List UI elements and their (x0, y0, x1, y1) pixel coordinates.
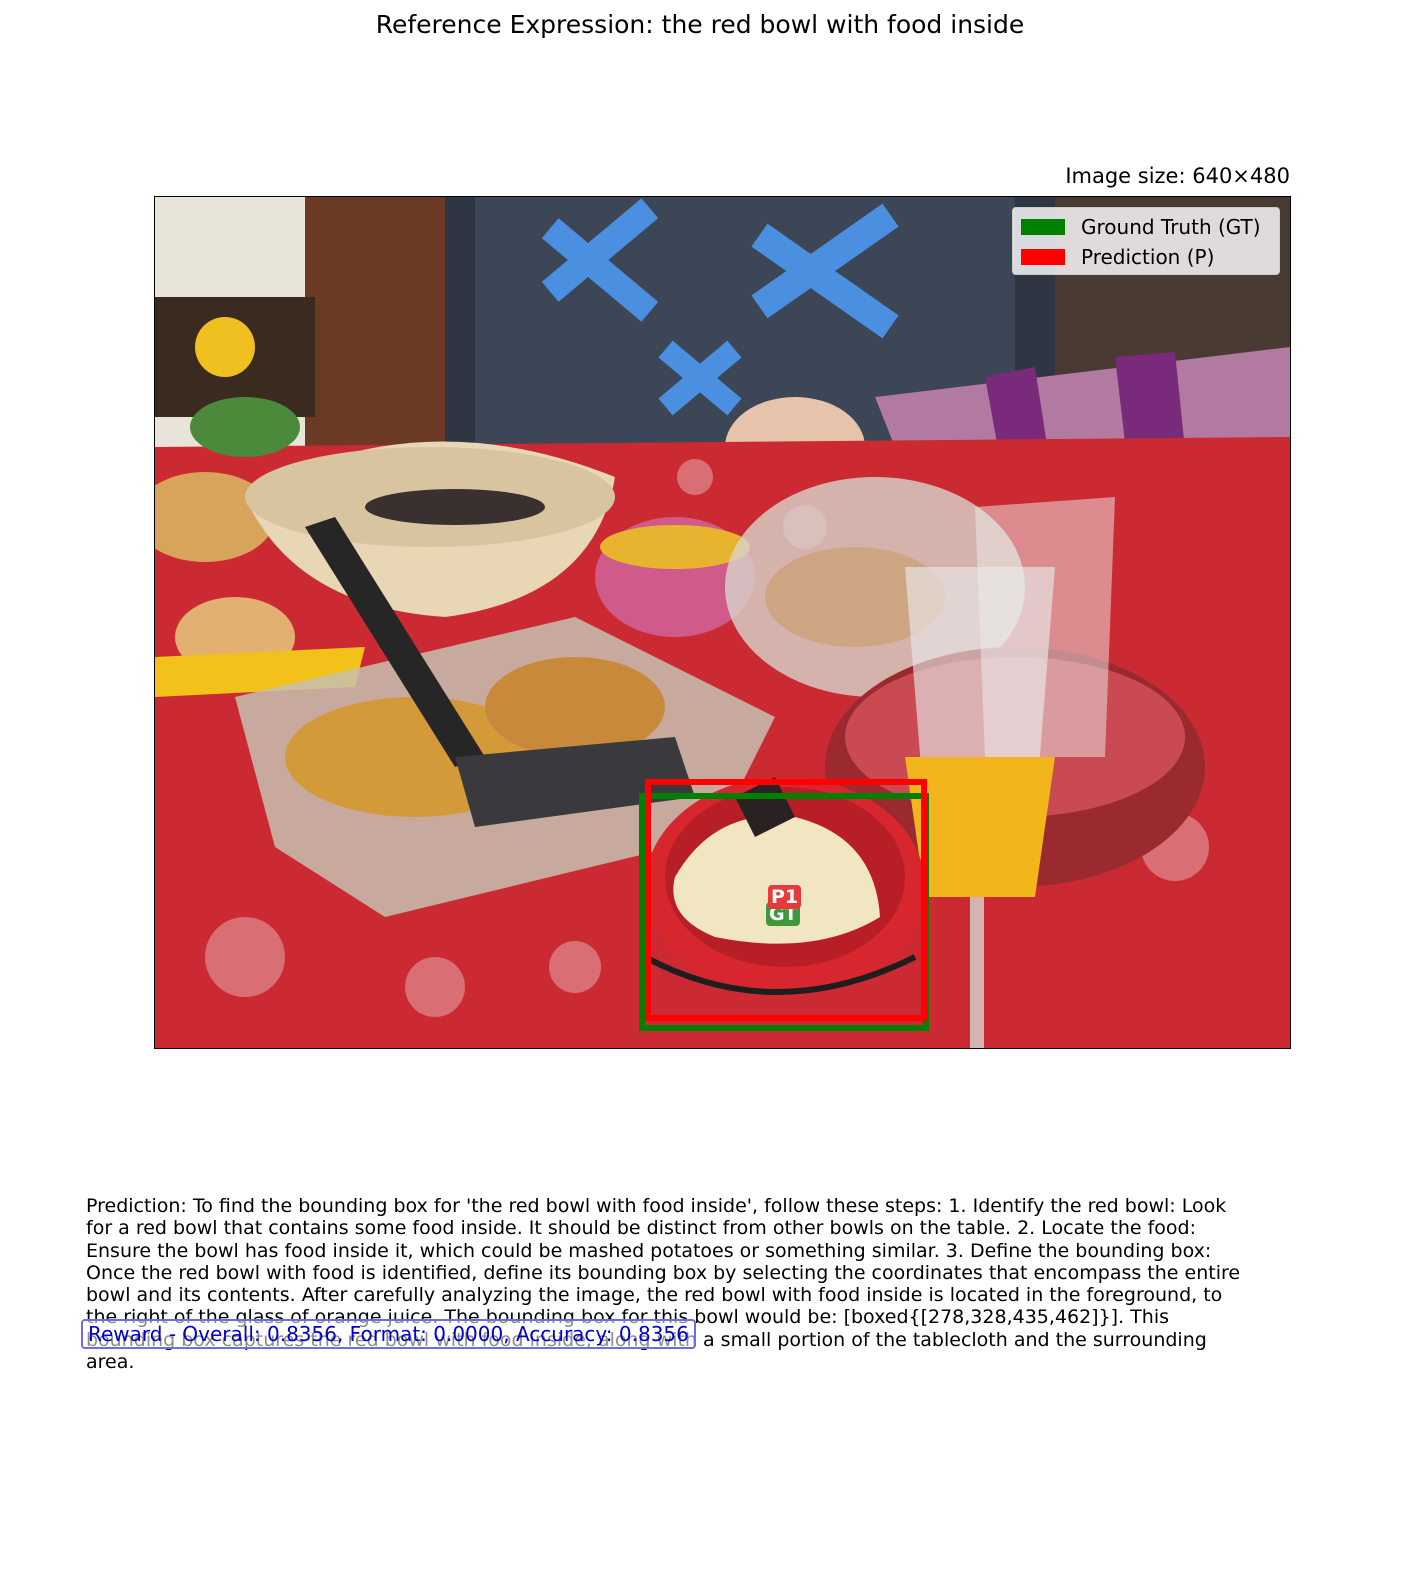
reward-summary: Reward - Overall: 0.8356, Format: 0.0000… (81, 1319, 696, 1349)
legend-label-prediction: Prediction (P) (1081, 245, 1215, 269)
legend-swatch-gt (1021, 219, 1065, 235)
legend-entry-prediction: Prediction (P) (1021, 244, 1214, 270)
prediction-tag: P1 (768, 885, 802, 909)
legend-swatch-prediction (1021, 249, 1065, 265)
legend-label-gt: Ground Truth (GT) (1081, 215, 1261, 239)
scene-photo: Ground Truth (GT) Prediction (P) GT P1 (154, 196, 1291, 1049)
legend: Ground Truth (GT) Prediction (P) (1012, 207, 1280, 275)
reference-expression-title: Reference Expression: the red bowl with … (375, 10, 1025, 39)
image-size-label: Image size: 640×480 (1065, 164, 1290, 188)
legend-entry-gt: Ground Truth (GT) (1021, 214, 1261, 240)
